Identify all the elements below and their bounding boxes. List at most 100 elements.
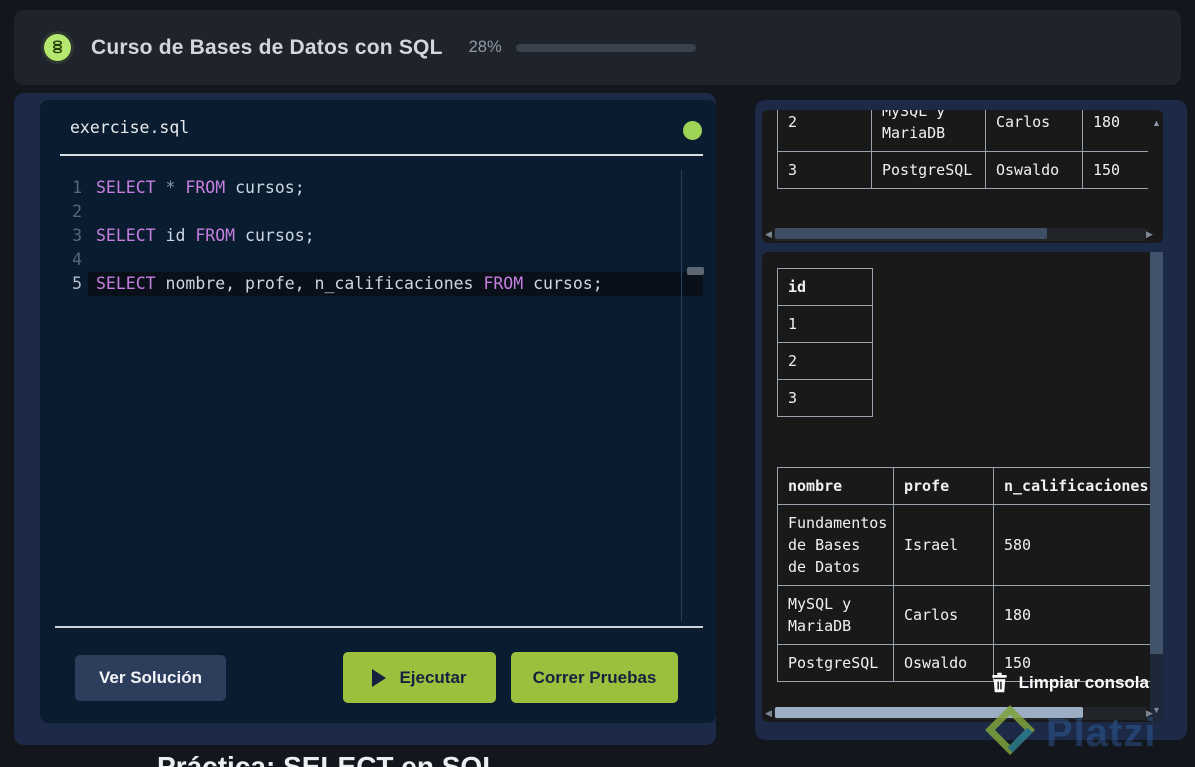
code-token: FROM bbox=[483, 274, 524, 293]
line-number: 3 bbox=[72, 226, 82, 245]
table-row: 3 PostgreSQL Oswaldo 150 bbox=[777, 151, 1148, 189]
table-cell: Carlos bbox=[985, 110, 1083, 152]
editor-filename: exercise.sql bbox=[70, 118, 190, 137]
code-token: cursos; bbox=[235, 226, 315, 245]
course-title: Curso de Bases de Datos con SQL bbox=[91, 35, 443, 59]
code-line[interactable]: 2 bbox=[40, 200, 716, 224]
table-cell: PostgreSQL bbox=[777, 644, 894, 682]
table-cell: 3 bbox=[777, 151, 872, 189]
scrollbar-thumb[interactable] bbox=[775, 707, 1083, 718]
execute-button[interactable]: Ejecutar bbox=[343, 652, 496, 703]
table-cell: Oswaldo bbox=[893, 644, 994, 682]
code-token: SELECT bbox=[96, 178, 156, 197]
table-cell: 1 bbox=[777, 305, 873, 343]
table-cell: MySQL y MariaDB bbox=[777, 585, 894, 645]
sql-editor-panel: exercise.sql 1 SELECT * FROM cursos; 2 3 SEL… bbox=[40, 100, 716, 723]
code-token: SELECT bbox=[96, 226, 156, 245]
scroll-right-arrow[interactable]: ▶ bbox=[1146, 706, 1153, 721]
code-text: SELECT nombre, profe, n_calificaciones F… bbox=[88, 272, 703, 296]
line-number: 4 bbox=[72, 250, 82, 269]
horizontal-scrollbar-top[interactable]: ◀ ▶ bbox=[762, 227, 1163, 242]
course-header: Curso de Bases de Datos con SQL 28% bbox=[14, 10, 1181, 85]
table-cell: Fundamentos de Bases de Datos bbox=[777, 504, 894, 586]
code-line[interactable]: 4 bbox=[40, 248, 716, 272]
table-header-row: id bbox=[777, 268, 873, 306]
result-table-columns-wrap: nombre profe n_calificaciones Fundamentos d… bbox=[777, 467, 1152, 682]
query-result-block-2: id 1 2 3 nombre profe n_calificaciones Fundame… bbox=[762, 252, 1163, 722]
table-cell: 150 bbox=[1082, 151, 1148, 189]
console-card: 2 MySQL y MariaDB Carlos 180 3 PostgreSQL Oswa… bbox=[755, 100, 1187, 740]
vertical-scrollbar-thumb[interactable] bbox=[1150, 252, 1163, 654]
result-table-id-wrap: id 1 2 3 bbox=[777, 268, 873, 417]
vertical-scrollbar[interactable] bbox=[1150, 252, 1163, 722]
scroll-left-arrow[interactable]: ◀ bbox=[765, 227, 772, 242]
code-token: id bbox=[155, 226, 196, 245]
editor-status-dot bbox=[683, 121, 702, 140]
scroll-up-arrow[interactable]: ▲ bbox=[1150, 118, 1163, 128]
result-table-columns: nombre profe n_calificaciones Fundamentos d… bbox=[777, 467, 1152, 682]
table-cell: MySQL y MariaDB bbox=[871, 110, 986, 152]
editor-divider-bottom bbox=[55, 626, 703, 628]
scroll-left-arrow[interactable]: ◀ bbox=[765, 706, 772, 721]
scrollbar-thumb[interactable] bbox=[775, 228, 1047, 239]
line-number: 5 bbox=[72, 274, 82, 293]
table-cell: 180 bbox=[993, 585, 1152, 645]
clear-console-label: Limpiar consola bbox=[1018, 672, 1149, 692]
table-header-cell: profe bbox=[893, 467, 994, 505]
table-cell: Oswaldo bbox=[985, 151, 1083, 189]
editor-divider-top bbox=[60, 154, 703, 156]
editor-scrollbar-thumb[interactable] bbox=[687, 267, 704, 275]
code-text: SELECT id FROM cursos; bbox=[88, 224, 703, 248]
table-cell: 180 bbox=[1082, 110, 1148, 152]
horizontal-scrollbar-bottom[interactable]: ◀ ▶ bbox=[762, 706, 1163, 721]
scroll-right-arrow[interactable]: ▶ bbox=[1146, 227, 1153, 242]
clear-console-button[interactable]: Limpiar consola bbox=[991, 672, 1149, 693]
table-cell: PostgreSQL bbox=[871, 151, 986, 189]
trash-icon bbox=[991, 672, 1007, 693]
execute-button-label: Ejecutar bbox=[399, 667, 467, 687]
result-table-all-columns: 2 MySQL y MariaDB Carlos 180 3 PostgreSQL Oswa… bbox=[777, 110, 1148, 189]
table-header-row: nombre profe n_calificaciones bbox=[777, 467, 1152, 505]
editor-scrollbar[interactable] bbox=[681, 170, 704, 621]
run-tests-button[interactable]: Correr Pruebas bbox=[511, 652, 678, 703]
code-token: FROM bbox=[185, 178, 226, 197]
line-number: 2 bbox=[72, 202, 82, 221]
platzi-sql-course-page: Curso de Bases de Datos con SQL 28% exer… bbox=[0, 0, 1195, 767]
table-row: Fundamentos de Bases de Datos Israel 580 bbox=[777, 504, 1152, 586]
result-table-id: id 1 2 3 bbox=[777, 268, 873, 417]
code-editor[interactable]: 1 SELECT * FROM cursos; 2 3 SELECT id FROM c… bbox=[40, 176, 716, 296]
play-icon bbox=[372, 668, 387, 687]
table-cell: Israel bbox=[893, 504, 994, 586]
table-cell: 3 bbox=[777, 379, 873, 417]
table-row: 2 MySQL y MariaDB Carlos 180 bbox=[777, 110, 1148, 152]
code-text: SELECT * FROM cursos; bbox=[88, 176, 703, 200]
table-cell: 2 bbox=[777, 342, 873, 380]
result-table-scroll-viewport[interactable]: 2 MySQL y MariaDB Carlos 180 3 PostgreSQL Oswa… bbox=[777, 110, 1148, 225]
table-header-cell: n_calificaciones bbox=[993, 467, 1152, 505]
table-header-cell: nombre bbox=[777, 467, 894, 505]
view-solution-button[interactable]: Ver Solución bbox=[75, 655, 226, 701]
line-number: 1 bbox=[72, 178, 82, 197]
code-token: FROM bbox=[195, 226, 236, 245]
table-cell: 2 bbox=[777, 110, 872, 152]
code-line[interactable]: 5 SELECT nombre, profe, n_calificaciones … bbox=[40, 272, 716, 296]
table-header-cell: id bbox=[777, 268, 873, 306]
code-token: * bbox=[165, 178, 176, 197]
progress-bar bbox=[515, 43, 696, 52]
table-cell: Carlos bbox=[893, 585, 994, 645]
table-row: MySQL y MariaDB Carlos 180 bbox=[777, 585, 1152, 645]
code-token: nombre, profe, n_calificaciones bbox=[155, 274, 484, 293]
code-token: SELECT bbox=[96, 274, 156, 293]
code-line[interactable]: 3 SELECT id FROM cursos; bbox=[40, 224, 716, 248]
code-token: cursos; bbox=[225, 178, 305, 197]
table-cell: 580 bbox=[993, 504, 1152, 586]
table-row: 3 bbox=[777, 379, 873, 417]
table-row: 2 bbox=[777, 342, 873, 380]
query-result-block-1: 2 MySQL y MariaDB Carlos 180 3 PostgreSQL Oswa… bbox=[762, 110, 1163, 243]
table-row: 1 bbox=[777, 305, 873, 343]
code-line[interactable]: 1 SELECT * FROM cursos; bbox=[40, 176, 716, 200]
